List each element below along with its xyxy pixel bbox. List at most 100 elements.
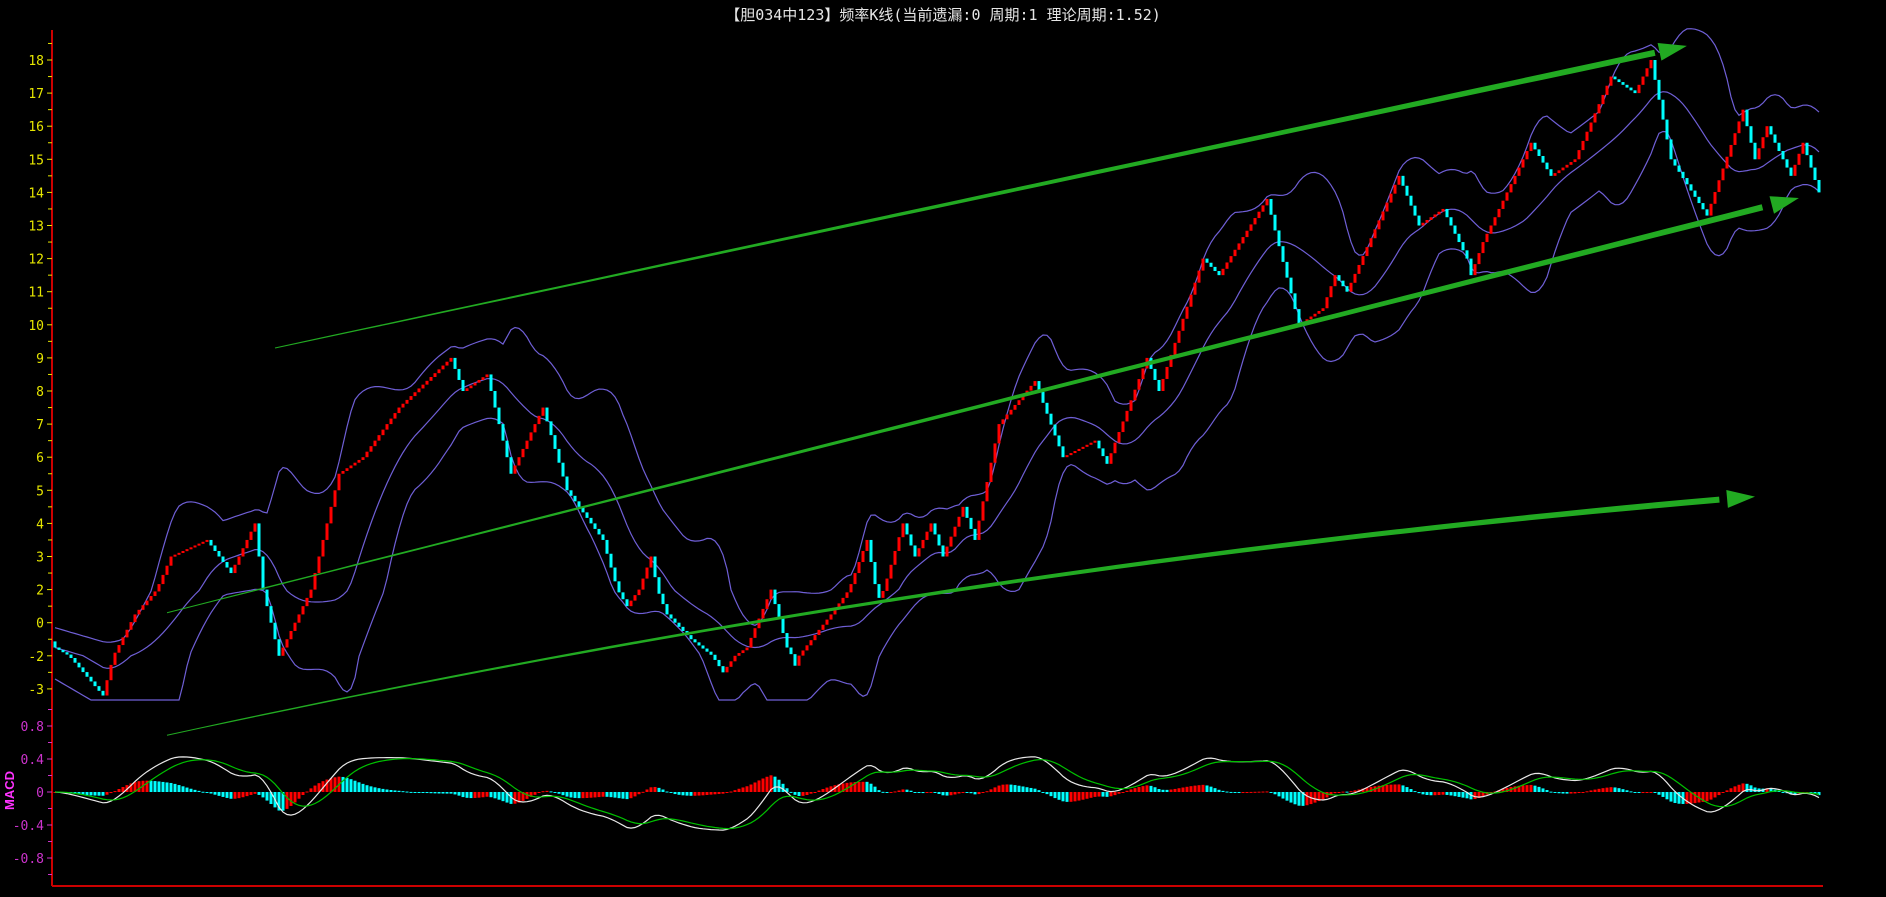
candle-up <box>133 614 137 623</box>
macd-histogram-bar <box>825 787 829 792</box>
candle-down <box>569 490 573 496</box>
macd-histogram-bar <box>1409 789 1413 792</box>
macd-histogram-bar <box>1017 785 1021 792</box>
candle-up <box>1389 193 1393 203</box>
candle-up <box>1569 162 1573 165</box>
price-tick-label: -2 <box>28 650 44 665</box>
candle-up <box>413 392 417 397</box>
macd-histogram-bar <box>1725 790 1729 792</box>
macd-histogram-bar <box>1673 792 1677 803</box>
candle-up <box>1077 448 1081 451</box>
candle-up <box>1321 308 1325 312</box>
candle-up <box>865 539 869 551</box>
candle-up <box>1333 275 1337 287</box>
macd-histogram-bar <box>821 788 825 792</box>
candle-up <box>1165 366 1169 379</box>
price-tick-label: 17 <box>28 87 44 102</box>
macd-histogram-bar <box>813 792 817 793</box>
macd-histogram-bar <box>1721 792 1725 793</box>
macd-histogram-bar <box>649 787 653 792</box>
candle-down <box>1545 162 1549 170</box>
macd-histogram-bar <box>253 792 257 794</box>
candle-down <box>709 651 713 655</box>
macd-histogram-bar <box>441 792 445 794</box>
macd-histogram-bar <box>213 792 217 795</box>
candle-up <box>949 536 953 547</box>
candle-up <box>1713 192 1717 204</box>
macd-histogram-bar <box>1209 786 1213 792</box>
macd-histogram-bar <box>1025 787 1029 792</box>
macd-histogram-bar <box>889 792 893 793</box>
candle-up <box>417 388 421 393</box>
candle-up <box>945 546 949 557</box>
candle-up <box>1197 270 1201 283</box>
macd-pane-label: MACD <box>2 771 17 810</box>
macd-histogram-bar <box>1105 792 1109 797</box>
candle-up <box>1509 184 1513 193</box>
macd-histogram-bar <box>1661 792 1665 797</box>
macd-histogram-bar <box>1537 786 1541 792</box>
macd-histogram-bar <box>1281 792 1285 799</box>
price-tick-label: 3 <box>36 551 44 566</box>
candle-down <box>557 448 561 463</box>
macd-histogram-bar <box>1245 792 1249 793</box>
candle-down <box>213 545 217 551</box>
candle-down <box>589 517 593 524</box>
candle-up <box>1353 273 1357 283</box>
macd-histogram-bar <box>705 792 709 795</box>
candle-down <box>1777 142 1781 152</box>
candle-up <box>997 424 1001 444</box>
macd-histogram-bar <box>869 783 873 792</box>
candle-down <box>1773 134 1777 143</box>
candle-up <box>901 523 905 538</box>
candle-up <box>765 599 769 609</box>
candle-up <box>205 539 209 542</box>
candle-up <box>861 550 865 563</box>
price-tick-label: 5 <box>36 484 44 499</box>
candle-down <box>1705 209 1709 216</box>
candle-up <box>629 600 633 607</box>
candle-down <box>1805 142 1809 156</box>
candle-up <box>1429 217 1433 220</box>
macd-histogram-bar <box>1421 792 1425 795</box>
candle-up <box>1117 432 1121 443</box>
macd-histogram-bar <box>609 792 613 798</box>
candle-down <box>1413 205 1417 216</box>
macd-histogram-bar <box>1613 787 1617 792</box>
macd-histogram-bar <box>1637 792 1641 793</box>
candle-up <box>109 664 113 681</box>
macd-histogram-bar <box>477 792 481 798</box>
candle-down <box>1445 208 1449 218</box>
candle-down <box>597 528 601 535</box>
candle-up <box>953 526 957 537</box>
macd-histogram-bar <box>1069 792 1073 802</box>
candle-up <box>357 459 361 463</box>
macd-histogram-bar <box>405 791 409 793</box>
candle-down <box>873 562 877 585</box>
macd-histogram-bar <box>1445 792 1449 795</box>
candle-down <box>101 690 105 696</box>
candle-down <box>1097 440 1101 449</box>
candle-up <box>1433 214 1437 218</box>
macd-pane <box>53 756 1821 831</box>
candle-up <box>1029 385 1033 391</box>
macd-histogram-bar <box>465 792 469 798</box>
macd-histogram-bar <box>605 792 609 797</box>
macd-histogram-bar <box>1033 788 1037 792</box>
macd-histogram-bar <box>557 792 561 794</box>
macd-histogram-bar <box>1205 785 1209 792</box>
macd-histogram-bar <box>765 776 769 792</box>
candle-down <box>1205 258 1209 263</box>
macd-histogram-bar <box>261 792 265 798</box>
macd-histogram-bar <box>301 792 305 795</box>
macd-histogram-bar <box>1657 792 1661 795</box>
macd-histogram-bar <box>1097 792 1101 797</box>
macd-histogram-bar <box>809 792 813 794</box>
candle-down <box>577 501 581 507</box>
candle-up <box>737 653 741 656</box>
candle-up <box>397 407 401 414</box>
candle-down <box>1669 139 1673 160</box>
macd-histogram-bar <box>773 776 777 792</box>
candle-up <box>317 556 321 574</box>
macd-histogram-bar <box>593 792 597 798</box>
